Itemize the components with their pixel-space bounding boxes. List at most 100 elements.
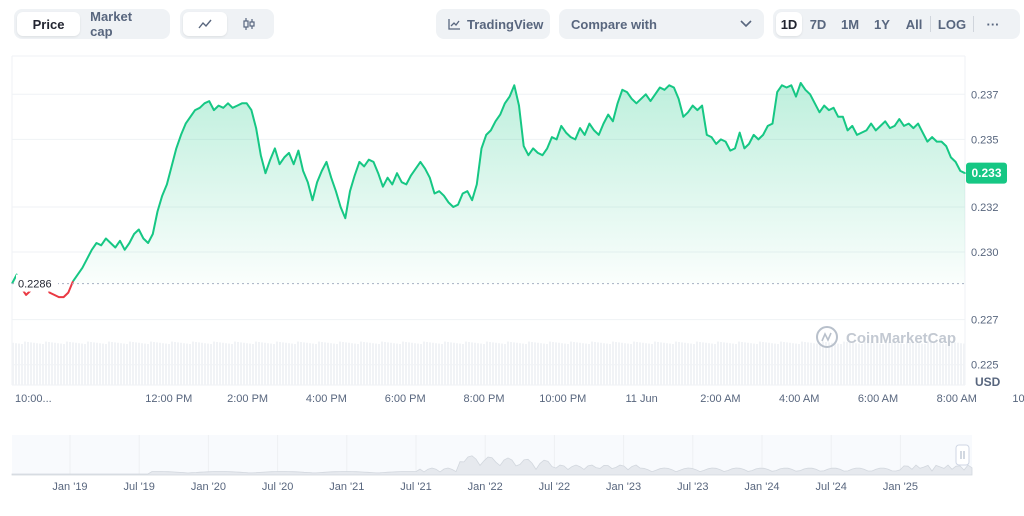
volume-bar: [918, 343, 920, 385]
volume-bar: [738, 341, 740, 385]
volume-bar: [309, 343, 311, 385]
volume-bar: [438, 343, 440, 385]
volume-bar: [909, 342, 911, 385]
volume-bar: [714, 344, 716, 385]
volume-bar: [84, 344, 86, 385]
volume-bar: [684, 342, 686, 385]
volume-bar: [612, 341, 614, 385]
volume-bar: [912, 342, 914, 385]
volume-bar: [789, 342, 791, 385]
volume-bar: [198, 342, 200, 385]
volume-bar: [546, 344, 548, 385]
volume-bar: [642, 342, 644, 385]
volume-bar: [159, 342, 161, 385]
volume-bar: [303, 342, 305, 385]
currency-label: USD: [975, 375, 1001, 389]
volume-bar: [162, 343, 164, 385]
volume-bar: [951, 342, 953, 385]
volume-bar: [273, 344, 275, 385]
volume-bar: [726, 342, 728, 385]
volume-bar: [477, 343, 479, 385]
volume-bar: [963, 343, 965, 385]
volume-bar: [480, 343, 482, 385]
line-chart-button[interactable]: [183, 12, 227, 36]
tradingview-button[interactable]: TradingView: [436, 9, 550, 39]
volume-bar: [360, 341, 362, 385]
volume-bar: [78, 343, 80, 385]
volume-bar: [291, 343, 293, 385]
price-chart[interactable]: CoinMarketCap 0.2286 0.225 0.227 0.230 0.23…: [0, 48, 1024, 408]
y-tick-label: 0.225: [971, 360, 999, 372]
volume-bar: [48, 342, 50, 385]
volume-bar: [189, 344, 191, 385]
candlestick-chart-button[interactable]: [227, 12, 271, 36]
navigator-date-label: Jan '25: [883, 481, 918, 493]
volume-bar: [861, 344, 863, 385]
volume-bar: [534, 342, 536, 385]
more-options-button[interactable]: ···: [974, 12, 1012, 36]
volume-bar: [510, 342, 512, 385]
volume-bar: [525, 344, 527, 385]
volume-bar: [600, 342, 602, 385]
tab-price[interactable]: Price: [17, 12, 81, 36]
volume-bar: [780, 341, 782, 385]
volume-bar: [573, 342, 575, 385]
volume-bar: [564, 343, 566, 385]
volume-bar: [711, 343, 713, 385]
volume-bar: [150, 341, 152, 385]
volume-bar: [777, 344, 779, 385]
range-1m[interactable]: 1M: [834, 12, 866, 36]
volume-bar: [144, 343, 146, 385]
volume-bar: [336, 344, 338, 385]
navigator-date-label: Jul '23: [677, 481, 708, 493]
volume-bar: [330, 343, 332, 385]
navigator-date-label: Jan '21: [329, 481, 364, 493]
volume-bar: [567, 344, 569, 385]
range-all[interactable]: All: [898, 12, 930, 36]
volume-bar: [390, 342, 392, 385]
volume-bar: [681, 342, 683, 385]
volume-bar: [807, 342, 809, 385]
volume-bar: [204, 343, 206, 385]
tab-market-cap[interactable]: Market cap: [80, 9, 167, 39]
volume-bar: [474, 342, 476, 385]
volume-bar: [180, 342, 182, 385]
volume-bar: [246, 343, 248, 385]
volume-bar: [882, 344, 884, 385]
volume-bar: [21, 344, 23, 385]
volume-bar: [603, 343, 605, 385]
volume-bar: [960, 343, 962, 385]
volume-bar: [507, 341, 509, 385]
volume-bar: [63, 344, 65, 385]
time-navigator[interactable]: Jan '19 Jul '19 Jan '20 Jul '20 Jan '21 Jul '…: [0, 425, 1024, 511]
log-scale-toggle[interactable]: LOG: [931, 12, 973, 36]
volume-bar: [927, 341, 929, 385]
volume-bar: [426, 342, 428, 385]
volume-bar: [846, 342, 848, 385]
volume-bar: [693, 344, 695, 385]
x-tick-label: 10:00 AM: [1012, 393, 1024, 405]
volume-bar: [597, 342, 599, 385]
volume-bar: [717, 341, 719, 385]
volume-bar: [54, 342, 56, 385]
price-chart-svg: CoinMarketCap 0.2286 0.225 0.227 0.230 0.23…: [11, 55, 1024, 405]
range-7d[interactable]: 7D: [802, 12, 834, 36]
volume-bar: [255, 341, 257, 385]
volume-bar: [528, 341, 530, 385]
volume-bar: [549, 341, 551, 385]
volume-bar: [372, 343, 374, 385]
compare-with-select[interactable]: Compare with: [559, 9, 764, 39]
volume-bar: [759, 341, 761, 385]
range-1y[interactable]: 1Y: [866, 12, 898, 36]
volume-bar: [231, 344, 233, 385]
volume-bar: [354, 343, 356, 385]
volume-bar: [732, 343, 734, 385]
navigator-handle[interactable]: [955, 444, 970, 466]
y-tick-label: 0.232: [971, 202, 999, 214]
volume-bar: [186, 343, 188, 385]
volume-bar: [888, 342, 890, 385]
range-1d[interactable]: 1D: [776, 12, 802, 36]
volume-bar: [387, 342, 389, 385]
volume-bar: [399, 344, 401, 385]
volume-bar: [60, 343, 62, 385]
